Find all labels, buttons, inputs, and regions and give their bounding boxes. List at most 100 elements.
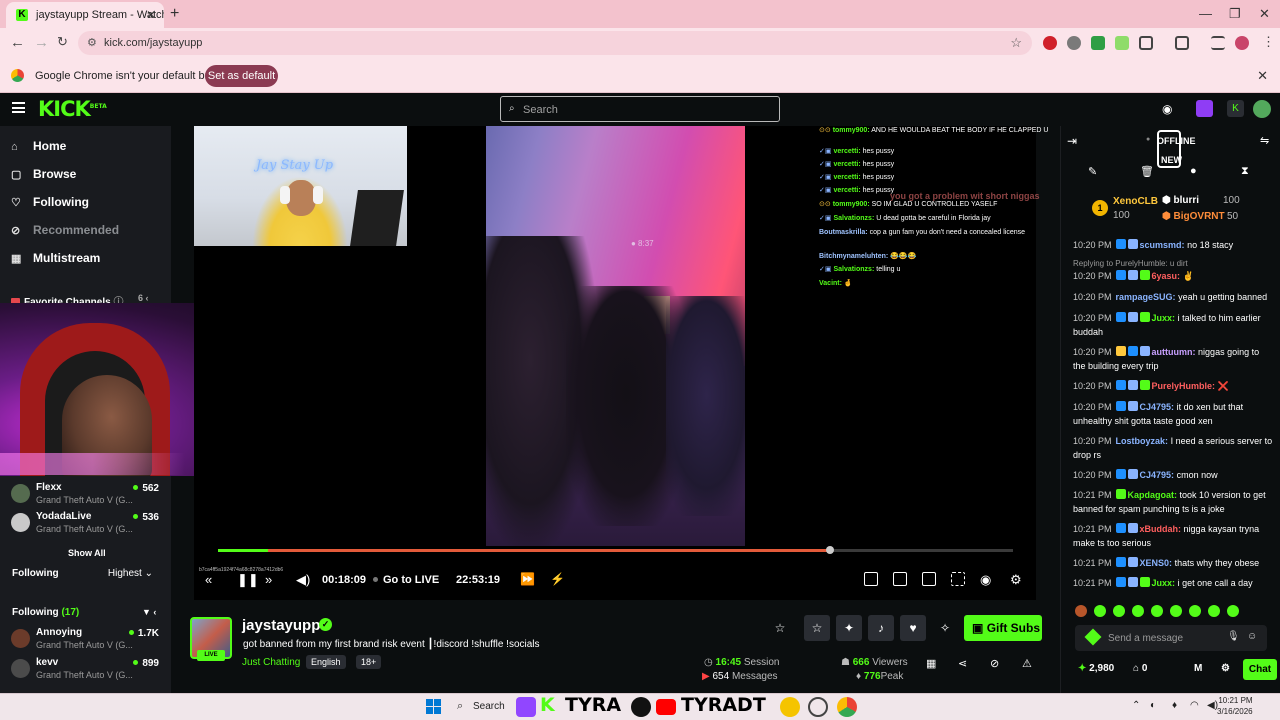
volume-icon[interactable]: ◀) (296, 572, 310, 588)
close-window-icon[interactable]: ✕ (1259, 6, 1270, 22)
extension-green-icon[interactable] (1115, 36, 1129, 50)
app-yellow-icon[interactable] (780, 697, 800, 717)
settings-gear-icon[interactable]: ⚙ (1010, 572, 1022, 588)
emote-icon[interactable] (1170, 605, 1182, 617)
report-icon[interactable]: ⚠ (1022, 657, 1032, 670)
emote-icon[interactable] (1075, 605, 1087, 617)
fast-forward-icon[interactable]: » (265, 572, 272, 587)
pin-icon[interactable]: ✎ (1088, 165, 1097, 178)
back-icon[interactable]: ← (10, 34, 25, 51)
sidebar-item-following[interactable]: ♡ Following (11, 195, 89, 209)
bookmark-star-icon[interactable]: ☆ (1010, 35, 1022, 51)
go-to-live-button[interactable]: Go to LIVE (373, 574, 439, 586)
seek-bar[interactable] (218, 546, 1013, 554)
taskbar-clock[interactable]: 10:21 PM 3/16/2026 (1217, 695, 1253, 717)
reload-icon[interactable]: ↻ (57, 34, 68, 50)
timer-icon[interactable]: ⧗ (1241, 165, 1249, 178)
streak-icon[interactable]: ◉ (1162, 102, 1172, 116)
layout-grid-icon[interactable]: ▦ (926, 657, 936, 670)
pause-icon[interactable]: ❚❚ (237, 572, 259, 588)
theater-mode-icon[interactable] (893, 572, 907, 586)
minimize-icon[interactable]: — (1199, 6, 1212, 21)
pip-icon[interactable] (922, 572, 936, 586)
sidebar-item-browse[interactable]: ▢ Browse (11, 167, 76, 181)
cast-icon[interactable] (1175, 36, 1189, 50)
profile-avatar-icon[interactable] (1235, 36, 1249, 50)
tray-chevron-icon[interactable]: ⌃ (1132, 700, 1140, 711)
set-default-button[interactable]: Set as default (205, 65, 278, 87)
browser-tab[interactable]: K jaystayupp Stream - Watch ✕ (6, 2, 164, 28)
clip-icon[interactable]: ◉ (980, 572, 991, 588)
extension-red-icon[interactable] (1043, 36, 1057, 50)
favorite-channel-item[interactable]: YodadaLive Grand Theft Auto V (G... 536 (11, 511, 163, 537)
media-controls-icon[interactable] (1211, 36, 1225, 50)
share-icon[interactable]: ⋖ (958, 657, 967, 670)
kick-points-balance[interactable]: ✦ 2,980 (1078, 663, 1114, 674)
trash-icon[interactable]: 🗑 (1140, 165, 1154, 178)
menu-icon[interactable] (12, 102, 25, 113)
close-infobar-icon[interactable]: ✕ (1257, 68, 1268, 84)
kick-logo[interactable]: KICKBETA (38, 97, 107, 121)
following-channel-item[interactable]: Annoying Grand Theft Auto V (G... 1.7K (11, 627, 163, 653)
chat-gear-icon[interactable]: ⚙ (1221, 663, 1230, 674)
fullscreen-icon[interactable] (951, 572, 965, 586)
emote-icon[interactable] (1094, 605, 1106, 617)
url-bar[interactable]: ⚙ kick.com/jaystayupp ☆ (78, 31, 1032, 55)
extension-kick-icon[interactable] (1091, 36, 1105, 50)
youtube-icon[interactable] (656, 699, 676, 715)
notification-bell-button[interactable]: ♪ (868, 615, 894, 641)
tag-english[interactable]: English (306, 655, 346, 669)
restore-icon[interactable]: ❐ (1229, 6, 1241, 22)
sparkle-icon[interactable]: ✧ (932, 615, 958, 641)
taskbar-search[interactable]: ⌕ Search (451, 697, 511, 717)
kick-taskbar-icon[interactable]: K (540, 694, 555, 716)
extension-globe-icon[interactable] (1067, 36, 1081, 50)
hide-icon[interactable]: ⊘ (990, 657, 999, 670)
favorites-collapse-control[interactable]: 6 ‹ (138, 293, 149, 303)
send-chat-button[interactable]: Chat (1243, 659, 1277, 680)
channel-name[interactable]: jaystayupp (242, 617, 320, 634)
notifications-icon[interactable] (1196, 100, 1213, 117)
chat-settings-icon[interactable]: ⇋ (1260, 134, 1269, 147)
speed-icon[interactable]: ⚡ (550, 572, 565, 586)
chat-message-input[interactable]: Send a message 🎙 ☺ (1075, 625, 1267, 651)
follow-heart-button[interactable]: ♥ (900, 615, 926, 641)
twitch-icon[interactable] (516, 697, 536, 717)
favorite-star-icon[interactable]: ☆ (767, 615, 793, 641)
show-all-link[interactable]: Show All (68, 548, 106, 558)
chat-bubble-icon[interactable]: ● (1190, 165, 1197, 177)
settings-app-icon[interactable] (808, 697, 828, 717)
tray-app-icon[interactable]: ◐ (1150, 700, 1156, 711)
user-avatar[interactable] (1253, 100, 1271, 118)
emote-icon[interactable] (1208, 605, 1220, 617)
collapse-chat-icon[interactable]: ⇥ (1067, 134, 1077, 148)
emoji-picker-icon[interactable]: ☺ (1247, 631, 1257, 642)
site-info-icon[interactable]: ⚙ (87, 36, 97, 49)
miniplayer-icon[interactable] (864, 572, 878, 586)
tiktok-icon[interactable] (631, 697, 651, 717)
emote-icon[interactable] (1132, 605, 1144, 617)
sidebar-item-recommended[interactable]: ⊘ Recommended (11, 223, 119, 237)
skip-forward-icon[interactable]: ⏩ (520, 572, 535, 586)
following-channel-item[interactable]: kevv Grand Theft Auto V (G... 899 (11, 657, 163, 683)
mic-icon[interactable]: 🎙 (1227, 631, 1240, 642)
new-tab-button[interactable]: + (170, 5, 179, 23)
sidebar-item-multistream[interactable]: ▦ Multistream (11, 251, 100, 265)
following-collapse-icon[interactable]: ▼ ‹ (142, 607, 156, 617)
chrome-taskbar-icon[interactable] (837, 697, 857, 717)
gift-subs-button[interactable]: ▣ Gift Subs (964, 615, 1042, 641)
sidebar-item-home[interactable]: ⌂ Home (11, 139, 66, 153)
emote-icon[interactable] (1151, 605, 1163, 617)
emote-icon[interactable] (1189, 605, 1201, 617)
emote-icon[interactable] (1227, 605, 1239, 617)
kick-points-icon[interactable]: K (1227, 100, 1244, 117)
rewind-icon[interactable]: « (205, 572, 212, 587)
emote-icon[interactable] (1113, 605, 1125, 617)
extensions-puzzle-icon[interactable] (1139, 36, 1153, 50)
chrome-menu-icon[interactable]: ⋮ (1262, 34, 1275, 50)
forward-icon[interactable]: → (34, 34, 49, 51)
profile-icon[interactable]: M (1194, 663, 1202, 674)
site-search-input[interactable]: ⌕ Search (500, 96, 780, 122)
favorite-channel-item[interactable]: Flexx Grand Theft Auto V (G... 562 (11, 482, 163, 508)
star-button[interactable]: ☆ (804, 615, 830, 641)
